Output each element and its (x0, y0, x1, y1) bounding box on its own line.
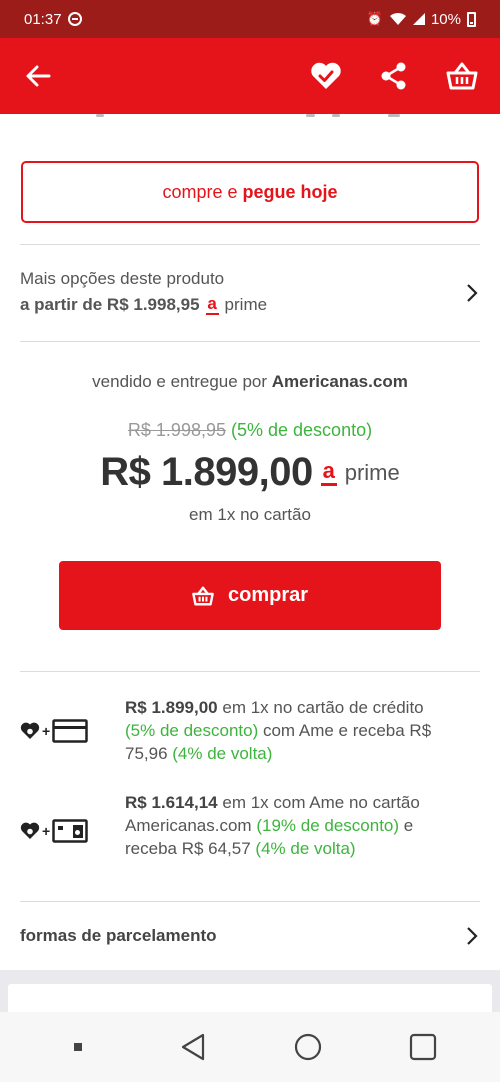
do-not-disturb-icon (67, 12, 82, 26)
more-options-row[interactable]: Mais opções deste produto a partir de R$… (20, 245, 480, 342)
arrow-left-icon (26, 65, 51, 87)
americanas-prime-logo: a (205, 294, 219, 315)
more-options-price-line: a partir de R$ 1.998,95 a prime (20, 295, 267, 315)
status-time: 01:37 (24, 10, 62, 28)
dot-icon (73, 1043, 82, 1051)
buy-button-label: comprar (227, 584, 309, 606)
nav-menu-button[interactable] (58, 1027, 98, 1067)
credit-card-icon (52, 719, 88, 743)
product-content: compre e pegue hoje Mais opções deste pr… (0, 114, 500, 970)
offer-icons: + (20, 719, 88, 743)
offer-text: R$ 1.899,00 em 1x no cartão de crédito (… (125, 696, 455, 765)
status-bar: 01:37 ⏰ 10% (0, 0, 500, 38)
nav-recents-button[interactable] (403, 1027, 443, 1067)
chevron-right-icon (467, 284, 478, 302)
share-button[interactable] (376, 58, 412, 94)
status-time-group: 01:37 (24, 11, 82, 28)
battery-percent: 10% (430, 10, 461, 28)
offer-discount: (19% de desconto) (256, 816, 400, 835)
seller-name: Americanas.com (271, 372, 408, 391)
offer-icons: + (20, 819, 88, 843)
plus-sign: + (42, 723, 51, 739)
main-price-row: R$ 1.899,00 a prime (0, 450, 500, 495)
signal-icon (412, 13, 425, 25)
offer-price: R$ 1.614,14 (125, 793, 218, 812)
system-nav-bar (0, 1012, 500, 1082)
truncated-text-line (20, 114, 480, 118)
divider (20, 341, 480, 342)
old-price: R$ 1.998,95 (127, 420, 226, 440)
main-price: R$ 1.899,00 (100, 450, 313, 494)
nav-home-button[interactable] (288, 1027, 328, 1067)
basket-icon (192, 586, 214, 605)
offer-text-part: em 1x no cartão de crédito (217, 698, 424, 717)
plus-sign: + (42, 823, 51, 839)
offer-discount: (5% de desconto) (125, 721, 259, 740)
basket-icon (446, 62, 478, 90)
pickup-button-bold: pegue hoje (242, 181, 338, 202)
app-bar-actions (308, 58, 480, 94)
offer-cashback: (4% de volta) (172, 744, 273, 763)
discount-text: (5% de desconto) (231, 420, 373, 440)
old-price-row: R$ 1.998,95 (5% de desconto) (0, 420, 500, 441)
circle-home-icon (294, 1033, 321, 1061)
heart-check-icon (311, 62, 341, 89)
seller-info: vendido e entregue por Americanas.com (0, 372, 500, 392)
back-button[interactable] (20, 58, 56, 94)
square-recents-icon (409, 1033, 436, 1061)
pickup-today-button[interactable]: compre e pegue hoje (21, 161, 479, 223)
ame-heart-icon (20, 722, 40, 739)
ame-offer-americanas-card: + R$ 1.614,14 em 1x com Ame no cartão Am… (20, 789, 480, 884)
triangle-back-icon (181, 1033, 204, 1061)
offer-text: R$ 1.614,14 em 1x com Ame no cartão Amer… (125, 791, 455, 860)
more-options-price: a partir de R$ 1.998,95 (20, 295, 200, 314)
seller-prefix: vendido e entregue por (92, 372, 268, 391)
offer-price: R$ 1.899,00 (125, 698, 218, 717)
prime-label: prime (224, 295, 268, 314)
nav-back-button[interactable] (173, 1027, 213, 1067)
prime-label: prime (344, 459, 400, 485)
chevron-right-icon (467, 927, 478, 945)
pickup-button-prefix: compre e (162, 181, 238, 202)
status-indicators: ⏰ 10% (367, 11, 476, 28)
wifi-icon (389, 12, 406, 25)
more-options-title: Mais opções deste produto (20, 269, 225, 288)
battery-icon (467, 11, 476, 27)
alarm-icon: ⏰ (366, 11, 383, 26)
buy-button[interactable]: comprar (59, 561, 441, 630)
favorite-button[interactable] (308, 58, 344, 94)
next-card (8, 984, 492, 1012)
installment-info: em 1x no cartão (189, 505, 311, 524)
ame-offer-credit-card: + R$ 1.899,00 em 1x no cartão de crédito… (20, 694, 480, 774)
installment-options-label: formas de parcelamento (20, 926, 217, 945)
offer-cashback: (4% de volta) (255, 839, 356, 858)
ame-heart-icon (20, 822, 40, 839)
section-separator (0, 970, 500, 1012)
americanas-prime-logo: a (320, 459, 337, 486)
share-icon (381, 62, 406, 90)
installment-options-row[interactable]: formas de parcelamento (20, 902, 480, 970)
divider (20, 671, 480, 672)
americanas-card-icon (52, 819, 88, 843)
app-bar (0, 38, 500, 114)
cart-button[interactable] (444, 58, 480, 94)
